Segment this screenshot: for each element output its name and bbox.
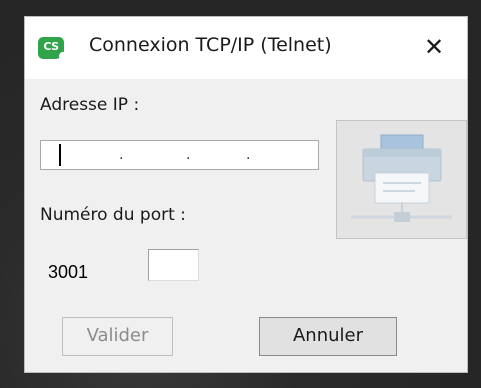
close-button[interactable]: ✕ <box>415 30 453 64</box>
title-bar[interactable]: CS Connexion TCP/IP (Telnet) ✕ <box>25 17 467 79</box>
port-number-input[interactable] <box>148 249 199 281</box>
ip-address-input[interactable]: . . . <box>40 140 319 170</box>
tcp-ip-connection-dialog: CS Connexion TCP/IP (Telnet) ✕ Adresse I… <box>24 16 468 373</box>
printer-illustration <box>351 134 452 222</box>
network-printer-icon <box>336 120 467 239</box>
app-icon-text: CS <box>43 40 59 53</box>
validate-button[interactable]: Valider <box>62 317 173 356</box>
port-number-value: 3001 <box>48 262 89 282</box>
dialog-title: Connexion TCP/IP (Telnet) <box>89 34 332 56</box>
port-number-label: Numéro du port : <box>40 205 186 225</box>
cancel-button[interactable]: Annuler <box>259 317 397 356</box>
ip-address-label: Adresse IP : <box>40 95 140 115</box>
ip-separator-1: . <box>119 147 124 163</box>
text-caret <box>59 144 61 166</box>
ip-separator-2: . <box>186 147 191 163</box>
cs-app-icon: CS <box>38 37 67 60</box>
close-icon: ✕ <box>423 33 445 61</box>
ip-separator-3: . <box>246 147 251 163</box>
